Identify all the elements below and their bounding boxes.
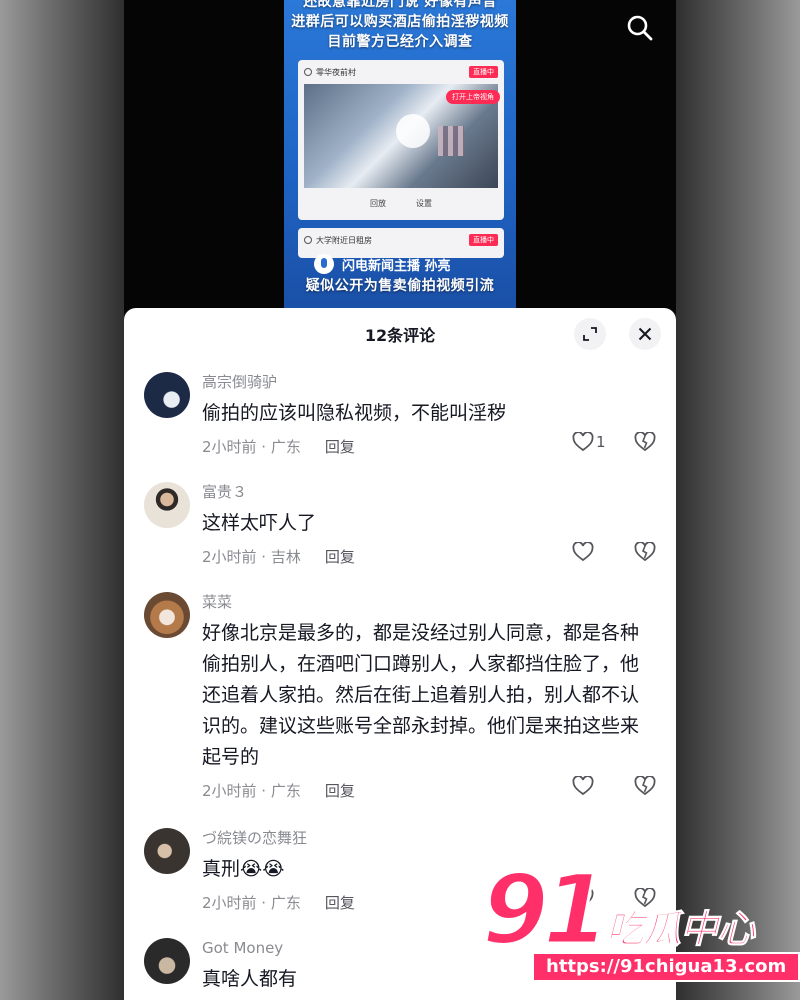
site-watermark: 91 吃瓜中心 https://91chigua13.com: [480, 854, 800, 1000]
close-button[interactable]: [629, 318, 661, 350]
comment-time-location: 2小时前 · 广东: [202, 438, 301, 456]
broken-heart-icon: [634, 542, 656, 562]
phone-screen: 还故意靠近房门说 好像有声音 进群后可以购买酒店偷拍淫秽视频 目前警方已经介入调…: [124, 0, 676, 1000]
video-caption-line-3: 目前警方已经介入调查: [327, 34, 473, 50]
live-badge: 直播中: [469, 66, 498, 78]
overlay-pill: 打开上帝视角: [446, 90, 500, 104]
heart-icon: [572, 776, 594, 796]
live-icon: [304, 68, 312, 76]
live-card-header: 大学附近日租房 直播中: [298, 228, 504, 252]
avatar[interactable]: [144, 482, 190, 528]
comment-username[interactable]: づ綄镁の恋舞狂: [202, 828, 656, 848]
comment-sheet-header: 12条评论: [124, 308, 676, 360]
broken-heart-icon: [634, 776, 656, 796]
video-bottom-caption: 疑似公开为售卖偷拍视频引流: [305, 278, 495, 294]
dislike-button[interactable]: [634, 542, 656, 562]
comment-username[interactable]: 富贵３: [202, 482, 656, 502]
comment-text: 好像北京是最多的，都是没经过别人同意，都是各种偷拍别人，在酒吧门口蹲别人，人家都…: [202, 622, 640, 768]
watermark-logo-number: 91: [481, 854, 612, 966]
avatar[interactable]: [144, 828, 190, 874]
like-button[interactable]: [572, 776, 610, 796]
broken-heart-icon: [634, 432, 656, 452]
comment-time-location: 2小时前 · 广东: [202, 894, 301, 912]
reply-button[interactable]: 回复: [325, 435, 355, 459]
like-count: 1: [596, 433, 606, 451]
comment-body: 菜菜 好像北京是最多的，都是没经过别人同意，都是各种偷拍别人，在酒吧门口蹲别人，…: [202, 592, 656, 803]
video-caption-line-2: 进群后可以购买酒店偷拍淫秽视频: [291, 14, 509, 30]
heart-icon: [572, 542, 594, 562]
replay-label: 回放: [370, 198, 386, 208]
comment-username[interactable]: 高宗倒骑驴: [202, 372, 656, 392]
expand-button[interactable]: [574, 318, 606, 350]
live-card: 零华夜前村 直播中 打开上帝视角 回放 设置: [298, 60, 504, 220]
search-icon: [627, 15, 653, 41]
anchor-name: 闪电新闻主播 孙亮: [342, 258, 451, 274]
reply-button[interactable]: 回复: [325, 891, 355, 915]
comment-text: 偷拍的应该叫隐私视频，不能叫淫秽: [202, 402, 507, 424]
video-player[interactable]: 还故意靠近房门说 好像有声音 进群后可以购买酒店偷拍淫秽视频 目前警方已经介入调…: [124, 0, 676, 312]
reply-button[interactable]: 回复: [325, 545, 355, 569]
live-channel-name: 零华夜前村: [316, 67, 356, 77]
comment-text: 这样太吓人了: [202, 512, 317, 534]
watermark-logo-name: 吃瓜中心: [605, 907, 755, 952]
video-frame: 还故意靠近房门说 好像有声音 进群后可以购买酒店偷拍淫秽视频 目前警方已经介入调…: [284, 0, 516, 312]
avatar[interactable]: [144, 372, 190, 418]
dislike-button[interactable]: [634, 776, 656, 796]
live-icon: [304, 236, 312, 244]
play-icon: [396, 114, 430, 148]
live-badge: 直播中: [469, 234, 498, 246]
like-button[interactable]: [572, 542, 610, 562]
expand-icon: [583, 327, 597, 341]
avatar[interactable]: [144, 592, 190, 638]
dislike-button[interactable]: [634, 432, 656, 452]
watermark-url: https://91chigua13.com: [532, 952, 800, 982]
live-card-footer: 回放 设置: [298, 188, 504, 218]
search-button[interactable]: [624, 12, 656, 44]
comment-username[interactable]: 菜菜: [202, 592, 656, 612]
live-thumbnail: 打开上帝视角: [304, 84, 500, 188]
mic-icon: [314, 254, 334, 274]
live-channel-name: 大学附近日租房: [316, 235, 372, 245]
like-button[interactable]: 1: [572, 432, 610, 452]
close-icon: [638, 327, 652, 341]
avatar[interactable]: [144, 938, 190, 984]
mosaic-blur: [438, 126, 464, 156]
video-caption-line-1: 还故意靠近房门说 好像有声音: [303, 0, 497, 10]
comment-time-location: 2小时前 · 吉林: [202, 548, 301, 566]
comment-actions: 1: [572, 432, 656, 452]
comment-actions: [572, 776, 656, 796]
heart-icon: [572, 432, 594, 452]
anchor-label: 闪电新闻主播 孙亮: [314, 254, 451, 274]
comment-actions: [572, 542, 656, 562]
reply-button[interactable]: 回复: [325, 779, 355, 803]
live-card-header: 零华夜前村 直播中: [298, 60, 504, 84]
comment-time-location: 2小时前 · 广东: [202, 782, 301, 800]
settings-label: 设置: [416, 198, 432, 208]
